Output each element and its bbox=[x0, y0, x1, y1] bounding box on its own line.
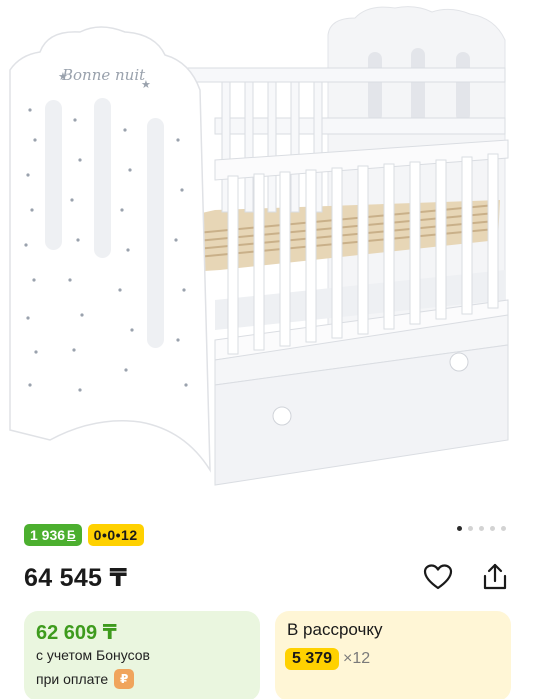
crib-illustration: Bonne nuit ★ ★ bbox=[9, 6, 509, 486]
installment-months: ×12 bbox=[343, 650, 371, 667]
badge-row: 1 936 Б 0•0•12 bbox=[24, 524, 144, 546]
bonus-note-line2-wrap: при оплате ₽ bbox=[36, 669, 135, 689]
carved-text: Bonne nuit bbox=[61, 66, 146, 84]
bonus-price: 62 609 ₸ bbox=[36, 622, 117, 644]
installment-card[interactable]: В рассрочку 5 379 ×12 bbox=[275, 611, 511, 699]
gallery-dot[interactable] bbox=[490, 526, 495, 531]
bonus-coin-icon: ₽ bbox=[114, 669, 135, 689]
gallery-pagination[interactable] bbox=[457, 526, 506, 531]
bonus-note-line1: с учетом Бонусов bbox=[36, 647, 150, 663]
svg-text:★: ★ bbox=[58, 71, 68, 83]
installment-row: 5 379 ×12 bbox=[285, 648, 370, 670]
bonus-badge[interactable]: 1 936 Б bbox=[24, 524, 82, 546]
favorite-button[interactable] bbox=[421, 560, 455, 594]
installment-badge[interactable]: 0•0•12 bbox=[87, 524, 144, 546]
gallery-dot[interactable] bbox=[479, 526, 484, 531]
gallery-dot[interactable] bbox=[468, 526, 473, 531]
bonus-badge-value: 1 936 bbox=[30, 527, 66, 543]
installment-amount: 5 379 bbox=[285, 648, 340, 670]
product-image[interactable]: Bonne nuit ★ ★ bbox=[0, 0, 535, 505]
share-button[interactable] bbox=[478, 560, 512, 594]
product-price: 64 545 ₸ bbox=[24, 564, 128, 592]
installment-title: В рассрочку bbox=[287, 620, 383, 639]
gallery-dot-active[interactable] bbox=[457, 526, 462, 531]
bonus-note-line2: при оплате bbox=[36, 671, 109, 687]
bonus-currency: Б bbox=[67, 528, 76, 542]
heart-outline-icon bbox=[423, 564, 453, 590]
share-upload-icon bbox=[483, 563, 507, 590]
svg-text:★: ★ bbox=[141, 79, 151, 91]
bonus-price-card[interactable]: 62 609 ₸ с учетом Бонусов при оплате ₽ bbox=[24, 611, 260, 699]
gallery-dot[interactable] bbox=[501, 526, 506, 531]
